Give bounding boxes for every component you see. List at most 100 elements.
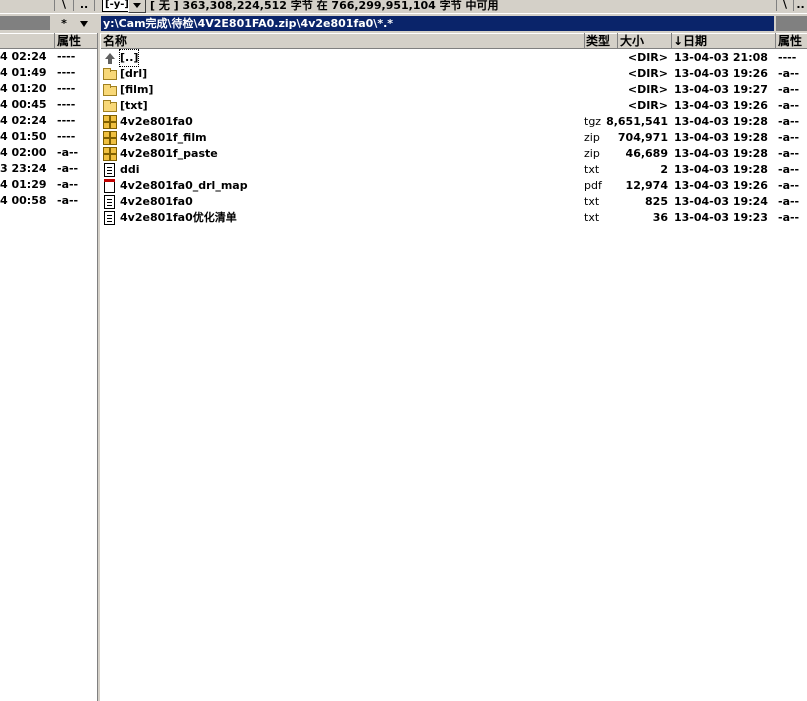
drive-dropdown-icon[interactable] [128, 0, 146, 13]
left-item-attr: ---- [57, 98, 76, 111]
archive-icon [103, 147, 117, 161]
right-path-field[interactable]: y:\Cam完成\待检\4V2E801FA0.zip\4v2e801fa0\*.… [101, 16, 774, 31]
file-date: 13-04-03 21:08 [674, 51, 768, 64]
left-file-panel[interactable]: 4 02:24 ---- 4 01:49 ---- 4 01:20 ---- 4 00:45… [0, 49, 97, 701]
file-attr: -a-- [778, 179, 800, 192]
left-path-field[interactable] [0, 16, 50, 30]
left-history-icon[interactable] [74, 16, 94, 31]
file-type: zip [584, 131, 600, 144]
file-size: 2 [660, 163, 668, 176]
text-file-icon [103, 211, 117, 225]
left-item-attr: -a-- [57, 194, 79, 207]
file-type: pdf [584, 179, 602, 192]
header-date[interactable]: ↓日期 [672, 33, 775, 49]
file-date: 13-04-03 19:28 [674, 115, 768, 128]
file-type: txt [584, 163, 600, 176]
file-size: <DIR> [627, 51, 668, 64]
file-name: [film] [120, 83, 154, 96]
header-size[interactable]: 大小 [618, 33, 671, 49]
file-attr: -a-- [778, 99, 800, 112]
left-list-item[interactable]: 4 00:58 -a-- [0, 193, 97, 209]
file-date: 13-04-03 19:23 [674, 211, 768, 224]
left-root-button[interactable]: \ [54, 0, 74, 11]
file-attr: -a-- [778, 131, 800, 144]
file-date: 13-04-03 19:26 [674, 67, 768, 80]
left-header-date[interactable] [0, 33, 54, 49]
file-attr: -a-- [778, 83, 800, 96]
file-row[interactable]: 4v2e801f_paste zip 46,689 13-04-03 19:28 -a-… [101, 146, 807, 162]
file-attr: -a-- [778, 211, 800, 224]
header-name[interactable]: 名称 [101, 33, 584, 49]
file-name: 4v2e801fa0 [120, 115, 193, 128]
file-attr: -a-- [778, 163, 800, 176]
file-date: 13-04-03 19:28 [674, 131, 768, 144]
file-date: 13-04-03 19:24 [674, 195, 768, 208]
file-attr: -a-- [778, 115, 800, 128]
file-attr: -a-- [778, 147, 800, 160]
file-row[interactable]: 4v2e801fa0_drl_map pdf 12,974 13-04-03 19:2… [101, 178, 807, 194]
file-date: 13-04-03 19:28 [674, 147, 768, 160]
file-type: txt [584, 211, 600, 224]
left-filter-button[interactable]: * [54, 16, 74, 31]
left-list-item[interactable]: 4 02:24 ---- [0, 113, 97, 129]
right-parent-button[interactable]: .. [794, 0, 807, 11]
file-date: 13-04-03 19:28 [674, 163, 768, 176]
right-root-button[interactable]: \ [776, 0, 794, 11]
left-list-item[interactable]: 4 02:24 ---- [0, 49, 97, 65]
file-name: 4v2e801f_paste [120, 147, 218, 160]
left-item-attr: ---- [57, 82, 76, 95]
left-list-item[interactable]: 4 01:50 ---- [0, 129, 97, 145]
folder-icon [103, 67, 117, 81]
file-name: [drl] [120, 67, 148, 80]
left-list-item[interactable]: 4 01:29 -a-- [0, 177, 97, 193]
header-type[interactable]: 类型 [585, 33, 617, 49]
file-name: [..] [118, 49, 140, 67]
archive-icon [103, 115, 117, 129]
left-list-item[interactable]: 4 01:20 ---- [0, 81, 97, 97]
file-row[interactable]: 4v2e801fa0优化清单 txt 36 13-04-03 19:23 -a-- [101, 210, 807, 226]
file-row[interactable]: 4v2e801f_film zip 704,971 13-04-03 19:28 -a-… [101, 130, 807, 146]
file-size: 46,689 [625, 147, 668, 160]
left-item-time: 4 02:24 [0, 50, 47, 63]
path-bar: * y:\Cam完成\待检\4V2E801FA0.zip\4v2e801fa0\… [0, 14, 807, 33]
left-item-time: 4 00:45 [0, 98, 47, 111]
file-attr: ---- [778, 51, 797, 64]
left-item-time: 4 02:00 [0, 146, 47, 159]
file-size: <DIR> [627, 83, 668, 96]
left-header-attr[interactable]: 属性 [55, 33, 97, 49]
free-space-label: [ 无 ] 363,308,224,512 字节 在 766,299,951,1… [150, 0, 499, 12]
file-row[interactable]: [..] <DIR> 13-04-03 21:08 ---- [101, 49, 807, 67]
header-attr[interactable]: 属性 [776, 33, 807, 49]
file-row[interactable]: ddi txt 2 13-04-03 19:28 -a-- [101, 162, 807, 178]
pdf-file-icon [103, 179, 117, 193]
left-item-time: 4 02:24 [0, 114, 47, 127]
file-size: 825 [645, 195, 668, 208]
file-type: txt [584, 195, 600, 208]
file-date: 13-04-03 19:26 [674, 99, 768, 112]
right-path-overflow [776, 16, 807, 31]
left-list-item[interactable]: 3 23:24 -a-- [0, 161, 97, 177]
left-list-item[interactable]: 4 00:45 ---- [0, 97, 97, 113]
file-size: <DIR> [627, 99, 668, 112]
file-name: 4v2e801f_film [120, 131, 207, 144]
file-size: 8,651,541 [606, 115, 668, 128]
left-item-time: 4 01:29 [0, 178, 47, 191]
file-row[interactable]: 4v2e801fa0 txt 825 13-04-03 19:24 -a-- [101, 194, 807, 210]
file-type: tgz [584, 115, 602, 128]
left-list-item[interactable]: 4 01:49 ---- [0, 65, 97, 81]
right-file-panel[interactable]: [..] <DIR> 13-04-03 21:08 ---- [drl] <DIR> 13-… [101, 49, 807, 701]
left-item-time: 4 00:58 [0, 194, 47, 207]
folder-icon [103, 83, 117, 97]
file-row[interactable]: [film] <DIR> 13-04-03 19:27 -a-- [101, 82, 807, 98]
left-item-attr: -a-- [57, 162, 79, 175]
file-type: zip [584, 147, 600, 160]
left-list-item[interactable]: 4 02:00 -a-- [0, 145, 97, 161]
file-row[interactable]: 4v2e801fa0 tgz 8,651,541 13-04-03 19:28 -a-- [101, 114, 807, 130]
left-item-time: 3 23:24 [0, 162, 47, 175]
file-attr: -a-- [778, 67, 800, 80]
file-row[interactable]: [txt] <DIR> 13-04-03 19:26 -a-- [101, 98, 807, 114]
file-size: <DIR> [627, 67, 668, 80]
left-parent-button[interactable]: .. [74, 0, 95, 11]
left-item-attr: ---- [57, 114, 76, 127]
file-row[interactable]: [drl] <DIR> 13-04-03 19:26 -a-- [101, 66, 807, 82]
